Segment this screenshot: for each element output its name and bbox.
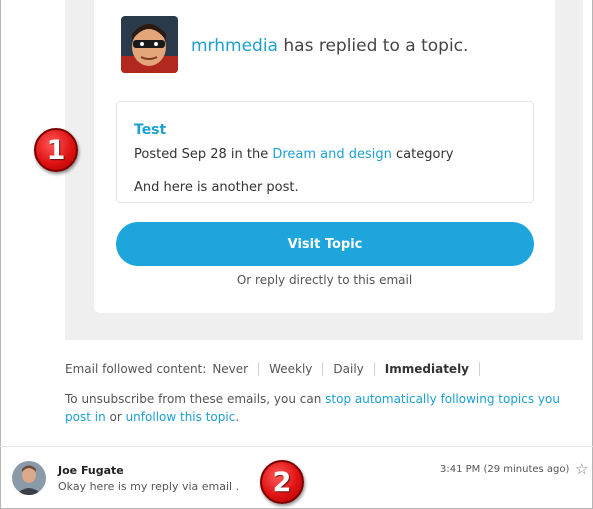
reply-by-email-note: Or reply directly to this email	[236, 273, 413, 287]
visit-topic-button[interactable]: Visit Topic	[116, 222, 534, 266]
replier-avatar[interactable]	[121, 16, 178, 73]
notification-headline: mrhmedia has replied to a topic.	[191, 36, 468, 56]
unsubscribe-text: To unsubscribe from these emails, you ca…	[65, 390, 585, 426]
star-icon[interactable]: ☆	[575, 460, 588, 478]
post-title-link[interactable]: Test	[134, 122, 166, 138]
option-divider	[479, 362, 481, 376]
sender-name: Joe Fugate	[58, 464, 124, 477]
annotation-badge-2: 2	[260, 460, 304, 504]
post-preview: Test Posted Sep 28 in the Dream and desi…	[116, 101, 534, 203]
post-meta-prefix: Posted Sep 28 in the	[134, 147, 273, 162]
post-body: And here is another post.	[134, 180, 299, 195]
option-daily[interactable]: Daily	[322, 362, 373, 376]
message-time: 3:41 PM (29 minutes ago)	[440, 464, 570, 475]
annotation-badge-1: 1	[34, 128, 78, 172]
option-weekly[interactable]: Weekly	[258, 362, 322, 376]
headline-text: has replied to a topic.	[277, 36, 469, 56]
followed-content-settings: Email followed content: Never Weekly Dai…	[65, 362, 481, 376]
post-meta: Posted Sep 28 in the Dream and design ca…	[134, 147, 453, 162]
unsub-middle: or	[105, 410, 126, 424]
category-link[interactable]: Dream and design	[272, 147, 392, 162]
option-never[interactable]: Never	[206, 362, 258, 376]
unfollow-topic-link[interactable]: unfollow this topic	[126, 410, 236, 424]
sender-avatar[interactable]	[12, 461, 46, 495]
option-immediately[interactable]: Immediately	[373, 362, 479, 376]
replier-username-link[interactable]: mrhmedia	[191, 36, 278, 56]
message-divider	[0, 446, 593, 447]
unsub-suffix: .	[235, 410, 240, 424]
unsub-prefix: To unsubscribe from these emails, you ca…	[65, 392, 326, 406]
followed-content-label: Email followed content:	[65, 362, 207, 376]
post-meta-suffix: category	[391, 147, 454, 162]
message-snippet: Okay here is my reply via email .	[58, 480, 240, 493]
